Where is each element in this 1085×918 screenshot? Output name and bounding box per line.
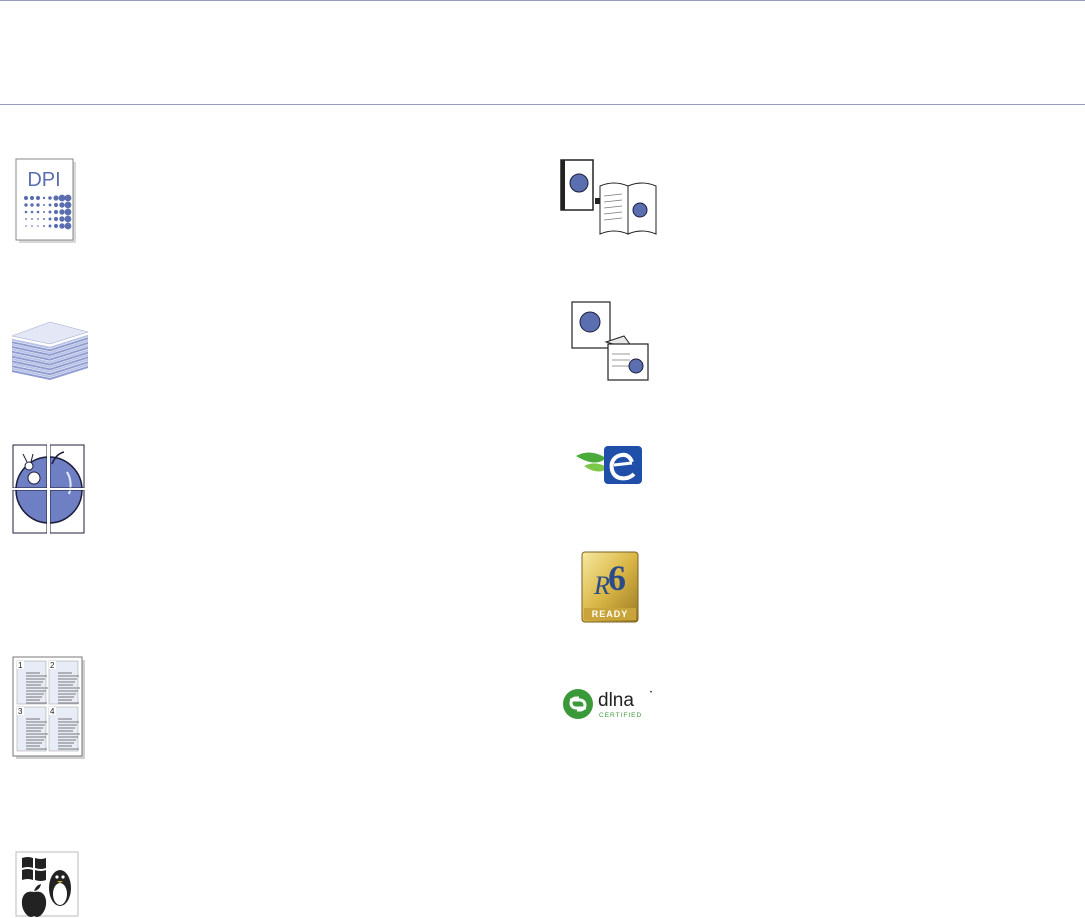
ipv6-ready-label: READY: [592, 609, 629, 619]
dlna-certified-logo-icon: dlna • CERTIFIED: [563, 689, 652, 719]
paper-stack-feature: [10, 312, 90, 384]
poster-tiles-icon: [12, 444, 86, 534]
overlay-feature: [570, 300, 660, 384]
page-number-4: 4: [50, 707, 55, 716]
dpi-resolution-icon: DPI: [15, 158, 76, 243]
booklet-print-icon: [560, 159, 657, 235]
ipv6-feature: R 6 READY: [580, 550, 640, 624]
page-number-3: 3: [18, 707, 23, 716]
dlna-label: dlna: [598, 690, 634, 711]
os-compatibility-icon: [15, 851, 79, 917]
multi-page-feature: 1 2 3 4: [12, 656, 86, 760]
dpi-feature: DPI: [14, 158, 78, 246]
poster-feature: [12, 444, 86, 534]
dpi-label: DPI: [27, 169, 60, 191]
page-number-2: 2: [50, 661, 55, 670]
eco-feature: [574, 442, 646, 488]
dlna-registered-mark: •: [650, 690, 652, 696]
dlna-feature: dlna • CERTIFIED: [562, 686, 662, 722]
eco-logo-icon: [576, 446, 642, 484]
ipv6-ready-logo-icon: R 6 READY: [581, 551, 639, 623]
os-feature: [14, 850, 80, 918]
watermark-overlay-icon: [571, 301, 649, 381]
top-rule: [0, 0, 1085, 1]
paper-stack-icon: [11, 321, 89, 380]
booklet-feature: [560, 158, 664, 238]
ipv6-six-glyph: 6: [608, 558, 626, 598]
header-rule: [0, 104, 1085, 105]
page-number-1: 1: [18, 661, 23, 670]
multiple-pages-per-sheet-icon: 1 2 3 4: [12, 656, 85, 759]
dlna-certified-label: CERTIFIED: [599, 712, 642, 719]
linux-penguin-icon: [49, 870, 71, 906]
